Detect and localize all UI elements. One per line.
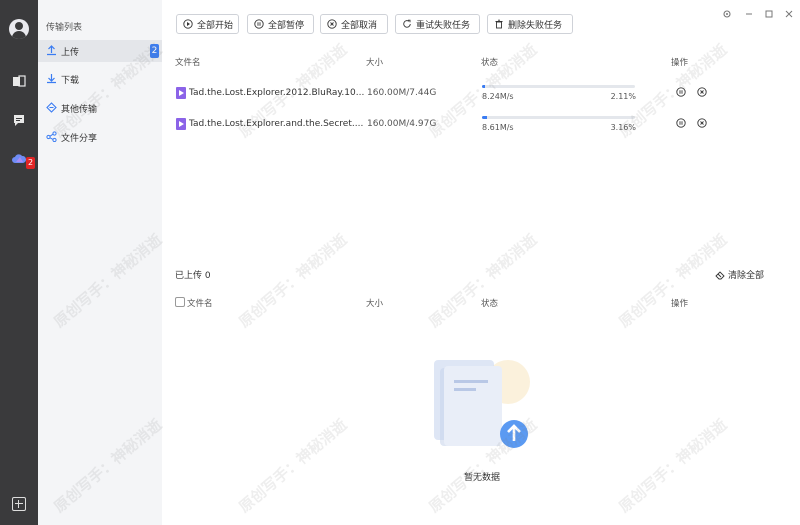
sidebar-item-other-transfer[interactable]: 其他传输 — [38, 97, 162, 119]
start-all-label: 全部开始 — [197, 20, 234, 31]
sidebar-item-download[interactable]: 下载 — [38, 68, 162, 90]
sidebar-item-upload[interactable]: 上传 2 — [38, 40, 162, 62]
cloud-icon[interactable] — [12, 152, 26, 166]
column-status: 状态 — [481, 58, 499, 68]
pause-icon — [254, 19, 264, 29]
progress-fill — [482, 85, 486, 88]
play-icon — [183, 19, 193, 29]
pause-all-button[interactable]: 全部暂停 — [247, 14, 314, 34]
sidebar-item-file-share[interactable]: 文件分享 — [38, 126, 162, 148]
pause-icon[interactable] — [676, 118, 686, 128]
sidebar-item-label: 其他传输 — [61, 105, 98, 115]
upload-percent: 3.16% — [610, 123, 636, 132]
sidebar-item-label: 下载 — [61, 76, 80, 86]
retry-failed-button[interactable]: 重试失败任务 — [395, 14, 480, 34]
trash-icon — [495, 19, 503, 29]
close-icon[interactable] — [784, 9, 794, 19]
upload-percent: 2.11% — [610, 92, 636, 101]
main-panel: 全部开始 全部暂停 全部取消 重试失败任务 删除失败任务 文件名 大小 状态 操… — [162, 0, 800, 525]
eraser-icon — [715, 270, 725, 279]
empty-state-icon — [434, 360, 530, 448]
empty-state-text: 暂无数据 — [463, 473, 500, 483]
user-avatar-icon[interactable] — [9, 19, 29, 39]
progress-bar — [482, 116, 635, 119]
notification-badge: 2 — [26, 157, 35, 169]
table-row[interactable]: Tad.the.Lost.Explorer.and.the.Secret....… — [162, 111, 800, 139]
pause-all-label: 全部暂停 — [268, 20, 305, 31]
sidebar-item-label: 文件分享 — [61, 134, 98, 144]
table-row[interactable]: Tad.the.Lost.Explorer.2012.BluRay.10... … — [162, 80, 800, 108]
progress-bar — [482, 85, 635, 88]
file-size: 160.00M/4.97G — [367, 119, 437, 129]
delete-failed-label: 删除失败任务 — [508, 20, 563, 31]
start-all-button[interactable]: 全部开始 — [176, 14, 239, 34]
video-file-icon — [176, 87, 186, 99]
progress-fill — [482, 116, 487, 119]
upload-speed: 8.61M/s — [482, 123, 514, 132]
upload-icon — [47, 45, 56, 56]
app-rail: 2 — [0, 0, 38, 525]
download-icon — [47, 74, 56, 84]
settings-icon[interactable] — [722, 9, 732, 19]
chat-icon[interactable] — [12, 113, 26, 127]
transfer-icon — [46, 102, 57, 113]
refresh-icon — [403, 19, 411, 28]
column-ops: 操作 — [671, 299, 689, 309]
file-name: Tad.the.Lost.Explorer.and.the.Secret.... — [189, 119, 364, 129]
cancel-all-label: 全部取消 — [341, 20, 378, 31]
cancel-icon[interactable] — [697, 87, 707, 97]
column-status: 状态 — [481, 299, 499, 309]
sidebar-title: 传输列表 — [46, 23, 83, 33]
add-icon[interactable] — [12, 497, 26, 511]
transfer-sidebar: 传输列表 上传 2 下载 其他传输 文件分享 — [38, 0, 162, 525]
column-name: 文件名 — [187, 299, 213, 309]
retry-failed-label: 重试失败任务 — [416, 20, 471, 31]
video-file-icon — [176, 118, 186, 130]
minimize-icon[interactable] — [744, 9, 754, 19]
delete-failed-button[interactable]: 删除失败任务 — [487, 14, 573, 34]
clear-all-button[interactable]: 清除全部 — [715, 268, 764, 281]
cancel-all-button[interactable]: 全部取消 — [320, 14, 388, 34]
uploaded-title: 已上传 0 — [175, 271, 211, 281]
office-icon[interactable] — [12, 74, 26, 88]
column-name: 文件名 — [175, 58, 201, 68]
upload-speed: 8.24M/s — [482, 92, 514, 101]
share-icon — [46, 131, 57, 142]
select-all-checkbox[interactable] — [175, 297, 185, 307]
cancel-icon — [327, 19, 337, 29]
clear-all-label: 清除全部 — [728, 271, 765, 281]
pause-icon[interactable] — [676, 87, 686, 97]
column-size: 大小 — [366, 299, 384, 309]
maximize-icon[interactable] — [764, 9, 774, 19]
file-size: 160.00M/7.44G — [367, 88, 437, 98]
cancel-icon[interactable] — [697, 118, 707, 128]
column-ops: 操作 — [671, 58, 689, 68]
sidebar-item-label: 上传 — [61, 48, 80, 58]
upload-count-badge: 2 — [150, 44, 159, 58]
column-size: 大小 — [366, 58, 384, 68]
file-name: Tad.the.Lost.Explorer.2012.BluRay.10... — [189, 88, 365, 98]
